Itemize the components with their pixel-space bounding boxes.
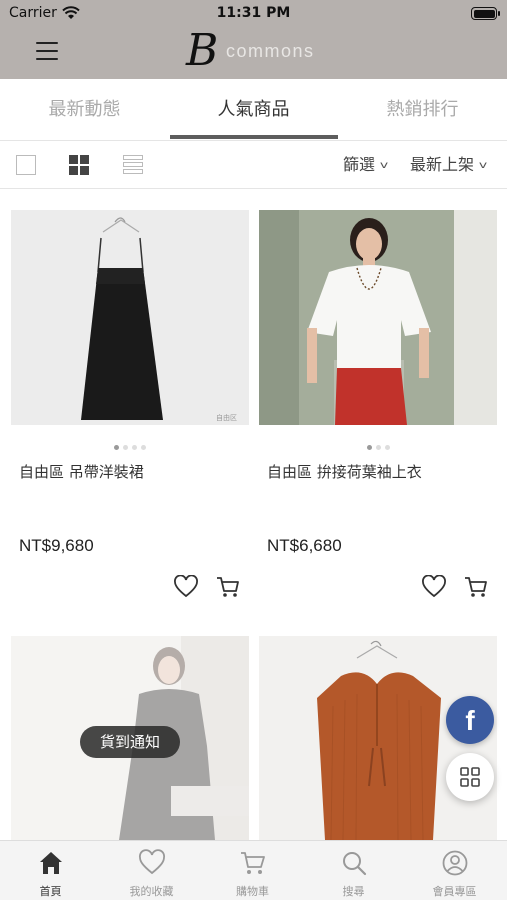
- brand-logo[interactable]: B commons: [186, 29, 336, 73]
- favorite-heart-icon[interactable]: [421, 575, 447, 599]
- menu-button[interactable]: [36, 42, 58, 60]
- nav-cart[interactable]: 購物車: [202, 841, 303, 900]
- grid-icon: [460, 767, 480, 787]
- nav-search[interactable]: 搜尋: [303, 841, 404, 900]
- product-card[interactable]: 自由区 自由區 吊帶洋裝裙 NT$9,680: [11, 210, 249, 610]
- sort-label: 最新上架: [410, 155, 475, 174]
- nav-member-label: 會員專區: [432, 885, 477, 898]
- restock-notify-badge[interactable]: 貨到通知: [80, 726, 180, 758]
- product-card[interactable]: 自由區 拚接荷葉袖上衣 NT$6,680: [259, 210, 497, 610]
- nav-favorites-label: 我的收藏: [129, 885, 174, 898]
- nav-member[interactable]: 會員專區: [404, 841, 505, 900]
- logo-text: commons: [226, 41, 315, 61]
- view-toolbar: 篩選 v 最新上架 v: [0, 141, 507, 189]
- tab-latest-news[interactable]: 最新動態: [0, 79, 169, 141]
- product-name[interactable]: 自由區 拚接荷葉袖上衣: [267, 461, 422, 482]
- battery-icon: [471, 7, 500, 20]
- app-grid-button[interactable]: [446, 753, 494, 801]
- sort-dropdown[interactable]: 最新上架 v: [410, 141, 488, 189]
- tab-bestsellers[interactable]: 熱銷排行: [338, 79, 507, 141]
- tab-active-indicator: [170, 135, 338, 139]
- nav-cart-label: 購物車: [236, 885, 269, 898]
- product-name[interactable]: 自由區 吊帶洋裝裙: [19, 461, 144, 482]
- user-icon: [442, 850, 468, 876]
- single-view-checkbox[interactable]: [16, 155, 36, 175]
- nav-home-label: 首頁: [39, 885, 62, 898]
- grid-view-icon[interactable]: [69, 155, 89, 175]
- product-image[interactable]: [259, 210, 497, 425]
- facebook-button[interactable]: f: [446, 696, 494, 744]
- status-time: 11:31 PM: [216, 5, 291, 21]
- chevron-down-icon: v: [379, 159, 389, 171]
- product-price: NT$9,680: [19, 536, 94, 555]
- status-bar: Carrier 11:31 PM: [0, 0, 507, 28]
- product-card[interactable]: 貨到通知: [11, 636, 249, 840]
- product-price: NT$6,680: [267, 536, 342, 555]
- product-image[interactable]: 自由区: [11, 210, 249, 425]
- home-icon: [40, 852, 62, 874]
- add-to-cart-icon[interactable]: [215, 575, 241, 599]
- app-header: Carrier 11:31 PM B commons: [0, 0, 507, 79]
- heart-icon: [139, 849, 165, 875]
- chevron-down-icon: v: [478, 159, 488, 171]
- filter-label: 篩選: [343, 155, 376, 174]
- tab-popular[interactable]: 人氣商品: [169, 79, 338, 141]
- image-pager: [11, 445, 249, 450]
- image-pager: [259, 445, 497, 450]
- logo-mark: B: [186, 25, 219, 76]
- cart-icon: [241, 852, 265, 874]
- category-tabs: 最新動態 人氣商品 熱銷排行: [0, 79, 507, 141]
- list-view-icon[interactable]: [123, 155, 143, 175]
- svg-text:自由区: 自由区: [216, 413, 237, 422]
- nav-search-label: 搜尋: [342, 885, 365, 898]
- nav-home[interactable]: 首頁: [0, 841, 101, 900]
- search-icon: [343, 852, 367, 876]
- bottom-nav: 首頁 我的收藏 購物車 搜尋 會員專區: [0, 840, 507, 900]
- favorite-heart-icon[interactable]: [173, 575, 199, 599]
- filter-dropdown[interactable]: 篩選 v: [343, 141, 389, 189]
- add-to-cart-icon[interactable]: [463, 575, 489, 599]
- nav-favorites[interactable]: 我的收藏: [101, 841, 202, 900]
